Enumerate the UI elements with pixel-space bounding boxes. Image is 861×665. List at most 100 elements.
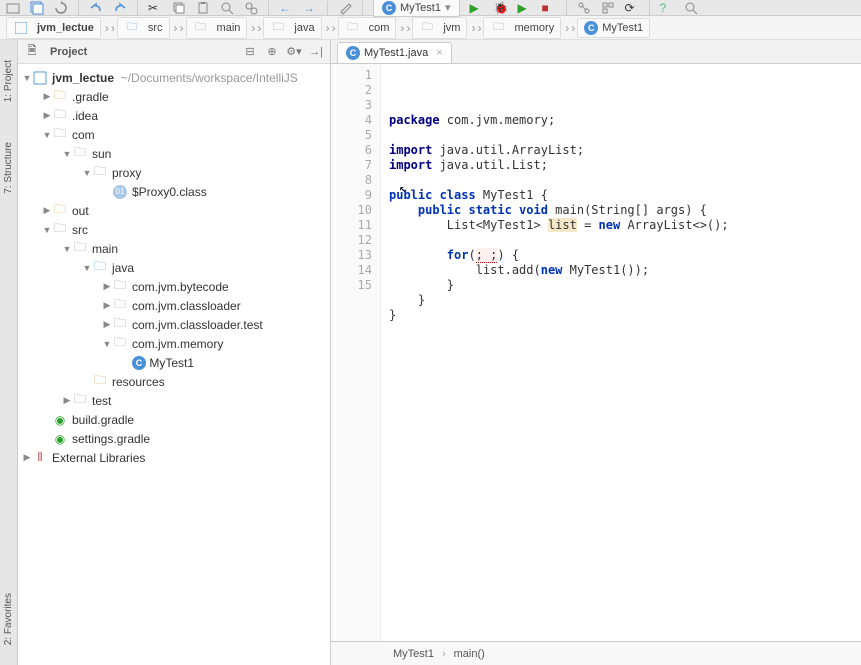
code-editor[interactable]: 123456▶7▶89101112131415 ↖ package com.jv… xyxy=(331,64,861,641)
tree-mytest1-class[interactable]: C MyTest1 xyxy=(18,353,330,372)
library-icon: ⫴ xyxy=(32,450,48,466)
tool-structure-tab[interactable]: 7: Structure xyxy=(3,142,14,194)
project-view-icon: 🗎 xyxy=(24,44,40,60)
folder-icon: 🗀 xyxy=(72,146,88,162)
tree-pkg-classloader-test[interactable]: ▶🗀com.jvm.classloader.test xyxy=(18,315,330,334)
left-tool-stripe: 1: Project 7: Structure 2: Favorites xyxy=(0,40,18,665)
crumb-com[interactable]: 🗀com xyxy=(338,17,397,39)
tab-mytest1[interactable]: C MyTest1.java × xyxy=(337,42,452,63)
tree-idea-dir[interactable]: ▶🗀.idea xyxy=(18,106,330,125)
tree-pkg-classloader[interactable]: ▶🗀com.jvm.classloader xyxy=(18,296,330,315)
arrow-icon: ▼ xyxy=(82,263,92,273)
coverage-icon[interactable]: ▶ xyxy=(518,1,532,15)
crumb-main[interactable]: 🗀 main xyxy=(186,17,248,39)
crumb-jvm[interactable]: 🗀jvm xyxy=(412,17,467,39)
tree-proxy-class[interactable]: 01$Proxy0.class xyxy=(18,182,330,201)
copy-icon[interactable] xyxy=(172,1,186,15)
tree-java-dir[interactable]: ▼🗀java xyxy=(18,258,330,277)
run-config-selector[interactable]: C MyTest1 ▾ xyxy=(373,0,460,17)
crumb-label: src xyxy=(148,22,163,34)
close-icon[interactable]: × xyxy=(436,47,442,59)
crumb-src[interactable]: 🗀src xyxy=(117,17,170,39)
help-icon[interactable]: ? xyxy=(660,1,674,15)
tree-label: proxy xyxy=(112,166,141,180)
tree-label: resources xyxy=(112,375,165,389)
tree-build-gradle[interactable]: ◉build.gradle xyxy=(18,410,330,429)
arrow-icon: ▶ xyxy=(102,319,112,330)
folder-icon: 🗀 xyxy=(92,260,108,276)
collapse-all-icon[interactable]: ⊟ xyxy=(242,44,258,60)
run-config-label: MyTest1 xyxy=(400,2,441,14)
tree-external-libs[interactable]: ▶⫴External Libraries xyxy=(18,448,330,467)
tree-resources-dir[interactable]: 🗀resources xyxy=(18,372,330,391)
context-method[interactable]: main() xyxy=(454,648,485,660)
vcs-icon[interactable] xyxy=(577,1,591,15)
crumb-module[interactable]: jvm_lectue xyxy=(6,17,101,39)
run-icon[interactable]: ▶ xyxy=(470,1,484,15)
crumb-class[interactable]: CMyTest1 xyxy=(577,18,650,38)
crumb-label: main xyxy=(217,22,241,34)
tree-root[interactable]: ▼jvm_lectue ~/Documents/workspace/Intell… xyxy=(18,68,330,87)
project-header: 🗎 Project ⊟ ⊕ ⚙▾ →| xyxy=(18,40,330,64)
tree-settings-gradle[interactable]: ◉settings.gradle xyxy=(18,429,330,448)
debug-icon[interactable]: 🐞 xyxy=(494,1,508,15)
crumb-label: MyTest1 xyxy=(602,22,643,34)
tree-label: src xyxy=(72,223,88,237)
tree-label: com.jvm.memory xyxy=(132,337,223,351)
tree-label: test xyxy=(92,394,111,408)
tree-pkg-memory[interactable]: ▼🗀com.jvm.memory xyxy=(18,334,330,353)
forward-icon[interactable]: → xyxy=(303,1,317,15)
folder-icon: 🗀 xyxy=(72,241,88,257)
stop-icon[interactable]: ■ xyxy=(542,1,556,15)
undo-icon[interactable] xyxy=(89,1,103,15)
editor-tabs: C MyTest1.java × xyxy=(331,40,861,64)
context-class[interactable]: MyTest1 xyxy=(393,648,434,660)
tree-label: jvm_lectue xyxy=(52,71,114,85)
settings-icon[interactable]: ⚙▾ xyxy=(286,44,302,60)
cut-icon[interactable]: ✂ xyxy=(148,1,162,15)
tool-favorites-tab[interactable]: 2: Favorites xyxy=(3,593,14,645)
save-all-icon[interactable] xyxy=(30,1,44,15)
build-icon[interactable] xyxy=(338,1,352,15)
hide-icon[interactable]: →| xyxy=(308,44,324,60)
tree-out-dir[interactable]: ▶🗀out xyxy=(18,201,330,220)
project-tool-window: 🗎 Project ⊟ ⊕ ⚙▾ →| ▼jvm_lectue ~/Docume… xyxy=(18,40,331,665)
arrow-icon: ▶ xyxy=(42,110,52,121)
tool-project-tab[interactable]: 1: Project xyxy=(3,60,14,102)
folder-icon: 🗀 xyxy=(193,20,209,36)
folder-icon: 🗀 xyxy=(52,222,68,238)
project-tree[interactable]: ▼jvm_lectue ~/Documents/workspace/Intell… xyxy=(18,64,330,665)
crumb-java[interactable]: 🗀java xyxy=(263,17,321,39)
tree-sun-dir[interactable]: ▼🗀sun xyxy=(18,144,330,163)
tree-pkg-bytecode[interactable]: ▶🗀com.jvm.bytecode xyxy=(18,277,330,296)
tree-gradle-dir[interactable]: ▶🗀.gradle xyxy=(18,87,330,106)
locate-icon[interactable]: ⊕ xyxy=(264,44,280,60)
search-everywhere-icon[interactable] xyxy=(684,1,698,15)
crumb-memory[interactable]: 🗀memory xyxy=(483,17,561,39)
tree-main-dir[interactable]: ▼🗀main xyxy=(18,239,330,258)
refresh-icon[interactable] xyxy=(54,1,68,15)
folder-icon: 🗀 xyxy=(419,20,435,36)
angle-icon: › xyxy=(563,21,575,35)
package-icon: 🗀 xyxy=(112,336,128,352)
folder-icon: 🗀 xyxy=(52,203,68,219)
find-icon[interactable] xyxy=(220,1,234,15)
angle-icon: › xyxy=(398,21,410,35)
sync-icon[interactable]: ⟳ xyxy=(625,1,639,15)
open-icon[interactable] xyxy=(6,1,20,15)
code-content[interactable]: ↖ package com.jvm.memory; import java.ut… xyxy=(381,64,861,641)
tree-label: .gradle xyxy=(72,90,109,104)
replace-icon[interactable] xyxy=(244,1,258,15)
project-structure-icon[interactable] xyxy=(601,1,615,15)
back-icon[interactable]: ← xyxy=(279,1,293,15)
tree-proxy-dir[interactable]: ▼🗀proxy xyxy=(18,163,330,182)
tree-label: com.jvm.classloader.test xyxy=(132,318,263,332)
tree-src-dir[interactable]: ▼🗀src xyxy=(18,220,330,239)
separator xyxy=(327,1,328,15)
tree-label: settings.gradle xyxy=(72,432,150,446)
tree-test-dir[interactable]: ▶🗀test xyxy=(18,391,330,410)
redo-icon[interactable] xyxy=(113,1,127,15)
crumb-label: jvm_lectue xyxy=(37,22,94,34)
paste-icon[interactable] xyxy=(196,1,210,15)
tree-com-dir[interactable]: ▼🗀com xyxy=(18,125,330,144)
